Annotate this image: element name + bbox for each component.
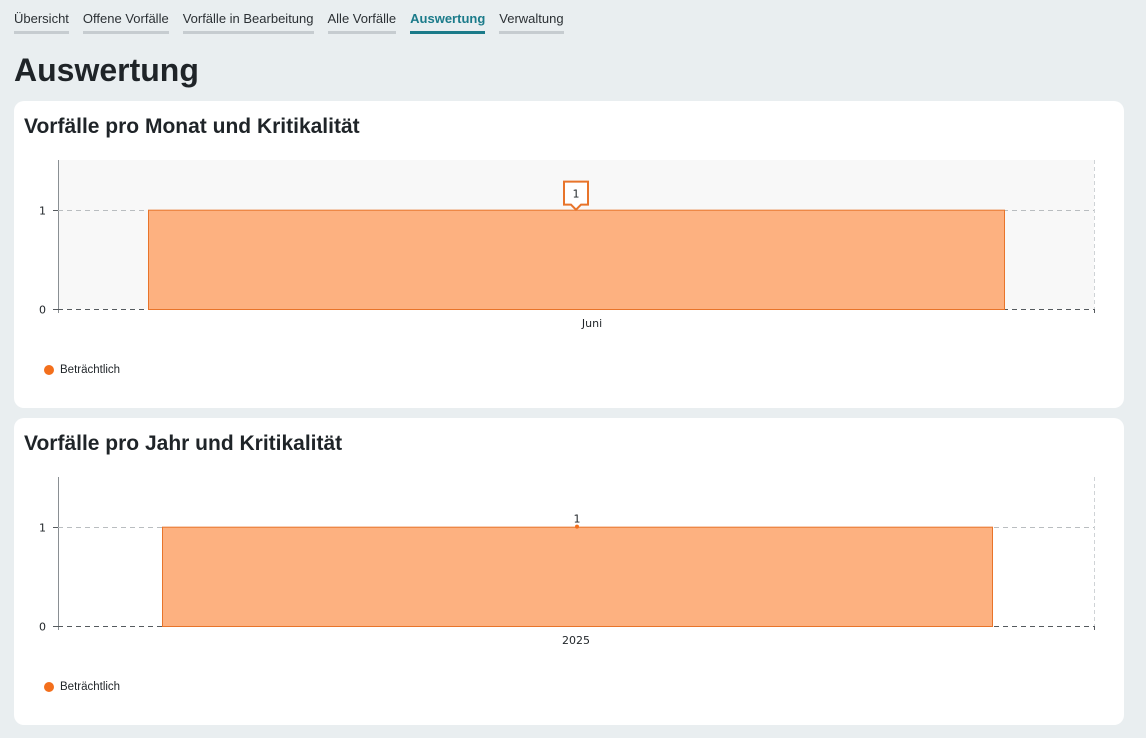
legend-label-monthly: Beträchtlich bbox=[60, 364, 121, 376]
y-tick-label: 1 bbox=[39, 522, 46, 535]
chart-card-yearly: Vorfälle pro Jahr und Kritikalität 0 1 1 20… bbox=[14, 418, 1124, 725]
data-label: 1 bbox=[574, 513, 581, 526]
page-title: Auswertung bbox=[14, 52, 199, 88]
tab-vorfaelle-in-bearbeitung[interactable]: Vorfälle in Bearbeitung bbox=[182, 10, 314, 34]
legend-label-yearly: Beträchtlich bbox=[60, 681, 121, 693]
tab-uebersicht[interactable]: Übersicht bbox=[14, 10, 69, 34]
tab-auswertung[interactable]: Auswertung bbox=[410, 10, 486, 34]
nav-tabs: Übersicht Offene Vorfälle Vorfälle in Be… bbox=[14, 10, 564, 34]
chart-monthly: 0 1 1 Juni bbox=[39, 160, 1095, 330]
legend-yearly[interactable]: Beträchtlich bbox=[44, 681, 120, 693]
data-label: 1 bbox=[573, 188, 580, 201]
chart-card-monthly: Vorfälle pro Monat und Kritikalität 011J… bbox=[14, 101, 1124, 408]
bar bbox=[148, 209, 1005, 310]
legend-dot-icon bbox=[44, 365, 54, 375]
y-tick-label: 1 bbox=[39, 205, 46, 218]
tab-verwaltung[interactable]: Verwaltung bbox=[499, 10, 564, 34]
x-tick-label: Juni bbox=[581, 317, 602, 330]
x-tick-label: 2025 bbox=[562, 634, 590, 647]
legend-monthly[interactable]: Beträchtlich bbox=[44, 364, 120, 376]
tab-offene-vorfaelle[interactable]: Offene Vorfälle bbox=[82, 10, 169, 34]
y-tick-label: 0 bbox=[39, 621, 46, 634]
tab-alle-vorfaelle[interactable]: Alle Vorfälle bbox=[327, 10, 397, 34]
chart-yearly: 0 1 1 2025 bbox=[39, 477, 1095, 647]
legend-dot-icon bbox=[44, 682, 54, 692]
bar bbox=[162, 526, 993, 627]
y-tick-label: 0 bbox=[39, 304, 46, 317]
